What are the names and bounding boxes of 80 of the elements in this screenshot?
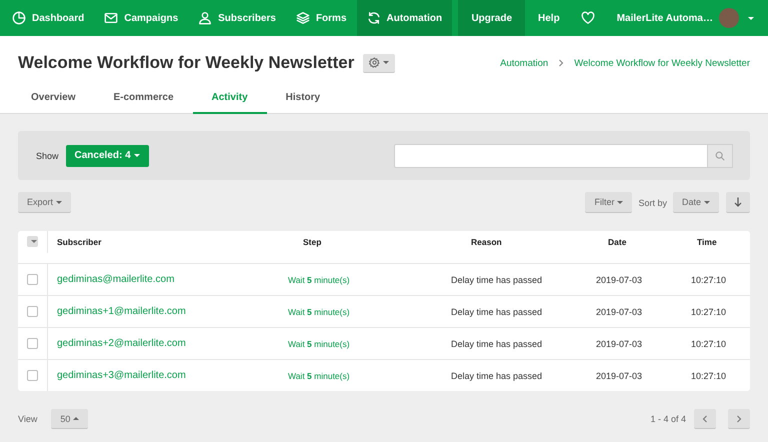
envelope-icon: [104, 11, 118, 25]
breadcrumb-link[interactable]: Welcome Workflow for Weekly Newsletter: [574, 58, 750, 68]
previous-page-button[interactable]: [694, 409, 716, 429]
column-header: Reason: [471, 236, 502, 247]
table-cell: Delay time has passed: [451, 338, 542, 348]
page-size-dropdown[interactable]: 50: [51, 409, 88, 429]
column-header: Time: [697, 236, 717, 247]
checkbox[interactable]: [27, 306, 38, 317]
show-label: Show: [36, 150, 59, 160]
arrow-down-icon: [734, 197, 742, 207]
checkbox[interactable]: [27, 370, 38, 381]
table-cell: 2019-07-03: [596, 370, 642, 380]
tab[interactable]: Activity: [192, 87, 267, 114]
breadcrumb-link[interactable]: Automation: [500, 58, 548, 68]
caret-icon: [748, 16, 754, 20]
table-cell: Delay time has passed: [451, 370, 542, 380]
chevron-left-icon: [702, 414, 708, 422]
settings-button[interactable]: [363, 54, 396, 72]
upgrade-link[interactable]: Upgrade: [458, 0, 526, 36]
tab[interactable]: History: [266, 87, 340, 114]
caret-icon: [134, 154, 140, 157]
table-cell: 2019-07-03: [596, 274, 642, 284]
nav-item[interactable]: Forms: [286, 0, 357, 36]
person-icon: [198, 11, 212, 25]
nav-item[interactable]: Subscribers: [188, 0, 286, 36]
table-cell: 2019-07-03: [596, 338, 642, 348]
caret-icon: [56, 200, 62, 204]
sort-dropdown[interactable]: Date: [672, 192, 719, 213]
caret-icon: [617, 200, 624, 204]
export-button[interactable]: Export: [18, 192, 72, 213]
chart-icon: [12, 11, 26, 25]
next-page-button[interactable]: [728, 409, 750, 429]
step-link[interactable]: Wait 5 minute(s): [288, 338, 350, 348]
caret-icon: [704, 200, 710, 204]
sort-label: Sort by: [638, 198, 667, 208]
table-cell: Delay time has passed: [451, 274, 542, 284]
avatar-icon[interactable]: [719, 8, 739, 28]
table-cell: 10:27:10: [691, 306, 726, 316]
subscriber-link[interactable]: gediminas+2@mailerlite.com: [48, 338, 186, 349]
user-name[interactable]: MailerLite Automa…: [616, 12, 713, 24]
page-title: Welcome Workflow for Weekly Newsletter: [18, 53, 354, 73]
settings-icon: [369, 57, 380, 68]
filter-button[interactable]: Filter: [585, 192, 632, 213]
checkbox[interactable]: [27, 338, 38, 349]
caret-icon: [31, 240, 37, 244]
sort-direction-button[interactable]: [726, 192, 750, 213]
nav-item[interactable]: Campaigns: [94, 0, 188, 36]
help-link[interactable]: Help: [525, 0, 573, 36]
subscriber-link[interactable]: gediminas@mailerlite.com: [48, 274, 174, 285]
refresh-icon: [366, 11, 381, 25]
chevron-right-icon: [558, 59, 564, 67]
nav-item[interactable]: Automation: [356, 0, 452, 36]
step-link[interactable]: Wait 5 minute(s): [288, 370, 350, 380]
table-cell: 10:27:10: [691, 338, 726, 348]
search-field[interactable]: [394, 144, 708, 168]
step-link[interactable]: Wait 5 minute(s): [288, 274, 350, 284]
column-header: Date: [608, 236, 626, 247]
subscriber-link[interactable]: gediminas+1@mailerlite.com: [48, 306, 186, 317]
step-link[interactable]: Wait 5 minute(s): [288, 306, 350, 316]
pagination-range: 1 - 4 of 4: [650, 414, 686, 424]
nav-item[interactable]: Dashboard: [2, 0, 94, 36]
chevron-right-icon: [736, 414, 742, 422]
column-header: Step: [303, 236, 322, 247]
table-cell: 2019-07-03: [596, 306, 642, 316]
table-cell: 10:27:10: [691, 370, 726, 380]
search-icon: [715, 150, 725, 160]
table-cell: 10:27:10: [691, 274, 726, 284]
table-cell: Delay time has passed: [451, 306, 542, 316]
caret-icon: [73, 417, 80, 420]
caret-icon: [383, 61, 390, 64]
tab[interactable]: Overview: [12, 87, 94, 114]
tab[interactable]: E-commerce: [94, 87, 193, 114]
select-all-dropdown[interactable]: [27, 236, 38, 248]
view-label: View: [18, 414, 38, 424]
layers-icon: [296, 11, 310, 25]
status-dropdown[interactable]: Canceled: 4: [66, 144, 149, 166]
column-header: Subscriber: [57, 236, 102, 247]
checkbox[interactable]: [27, 274, 38, 285]
subscriber-link[interactable]: gediminas+3@mailerlite.com: [48, 370, 186, 381]
search-button[interactable]: [708, 144, 733, 168]
